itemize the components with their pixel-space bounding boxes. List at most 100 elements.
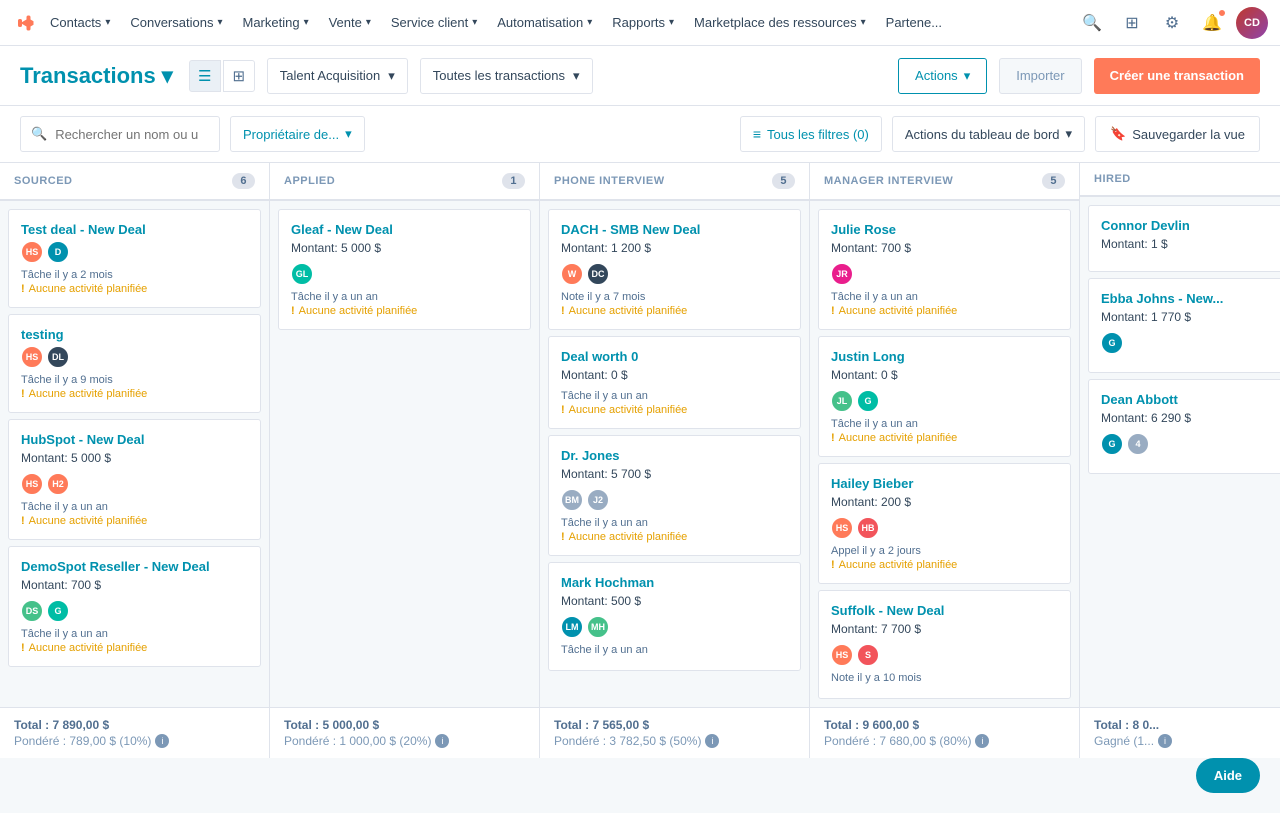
nav-rapports[interactable]: Rapports ▾: [602, 0, 684, 46]
column-cards-sourced: Test deal - New Deal HSD Tâche il y a 2 …: [0, 201, 269, 707]
all-filters-button[interactable]: ≡ Tous les filtres (0): [740, 116, 882, 152]
card-avatars: G: [1101, 332, 1280, 354]
card-task: Tâche il y a un an: [561, 517, 788, 529]
card-avatars: HSDL: [21, 346, 248, 368]
nav-rapports-chevron: ▾: [669, 17, 674, 28]
card-avatar: JL: [831, 390, 853, 412]
hubspot-logo[interactable]: [12, 9, 40, 37]
column-header-sourced: SOURCED6: [0, 163, 269, 201]
card-avatars: GL: [291, 263, 518, 285]
bookmark-icon: 🔖: [1110, 126, 1126, 142]
card-avatar: MH: [587, 616, 609, 638]
create-transaction-button[interactable]: Créer une transaction: [1094, 58, 1260, 94]
column-manager_interview: MANAGER INTERVIEW5 Julie Rose Montant: 7…: [810, 163, 1080, 758]
kanban-card[interactable]: Justin Long Montant: 0 $ JLG Tâche il y …: [818, 336, 1071, 457]
card-amount: Montant: 6 290 $: [1101, 411, 1280, 425]
nav-contacts[interactable]: Contacts ▾: [40, 0, 120, 46]
card-amount: Montant: 0 $: [561, 368, 788, 382]
card-avatar: DS: [21, 600, 43, 622]
pipeline-selector[interactable]: Talent Acquisition ▾: [267, 58, 408, 94]
card-avatar: W: [561, 263, 583, 285]
column-total: Total : 5 000,00 $: [284, 718, 525, 732]
kanban-card[interactable]: Gleaf - New Deal Montant: 5 000 $ GL Tâc…: [278, 209, 531, 330]
filter-selector[interactable]: Toutes les transactions ▾: [420, 58, 593, 94]
card-title: Suffolk - New Deal: [831, 603, 1058, 618]
card-task: Note il y a 7 mois: [561, 291, 788, 303]
card-title: Dr. Jones: [561, 448, 788, 463]
top-navigation: Contacts ▾ Conversations ▾ Marketing ▾ V…: [0, 0, 1280, 46]
nav-conversations[interactable]: Conversations ▾: [120, 0, 232, 46]
kanban-card[interactable]: Dr. Jones Montant: 5 700 $ BMJ2 Tâche il…: [548, 435, 801, 556]
kanban-card[interactable]: Test deal - New Deal HSD Tâche il y a 2 …: [8, 209, 261, 308]
actions-chevron: ▾: [964, 68, 971, 84]
filter-chevron: ▾: [573, 68, 580, 84]
nav-conversations-chevron: ▾: [217, 17, 222, 28]
kanban-card[interactable]: Mark Hochman Montant: 500 $ LMMH Tâche i…: [548, 562, 801, 671]
info-icon[interactable]: i: [435, 734, 449, 748]
save-view-button[interactable]: 🔖 Sauvegarder la vue: [1095, 116, 1260, 152]
grid-view-button[interactable]: ⊞: [223, 60, 255, 92]
search-input[interactable]: [55, 127, 205, 142]
card-avatar: HS: [21, 241, 43, 263]
settings-icon[interactable]: ⚙: [1156, 7, 1188, 39]
import-button[interactable]: Importer: [999, 58, 1081, 94]
card-avatar: LM: [561, 616, 583, 638]
card-avatar: G: [1101, 332, 1123, 354]
kanban-card[interactable]: Connor Devlin Montant: 1 $: [1088, 205, 1280, 272]
kanban-card[interactable]: HubSpot - New Deal Montant: 5 000 $ HSH2…: [8, 419, 261, 540]
nav-service[interactable]: Service client ▾: [381, 0, 487, 46]
kanban-card[interactable]: Suffolk - New Deal Montant: 7 700 $ HSS …: [818, 590, 1071, 699]
card-avatars: HSS: [831, 644, 1058, 666]
info-icon[interactable]: i: [155, 734, 169, 748]
column-count: 5: [772, 173, 795, 189]
search-icon[interactable]: 🔍: [1076, 7, 1108, 39]
kanban-card[interactable]: Hailey Bieber Montant: 200 $ HSHB Appel …: [818, 463, 1071, 584]
nav-marketplace[interactable]: Marketplace des ressources ▾: [684, 0, 876, 46]
column-total: Total : 8 0...: [1094, 718, 1280, 732]
nav-service-chevron: ▾: [472, 17, 477, 28]
card-amount: Montant: 700 $: [831, 241, 1058, 255]
card-task: Tâche il y a un an: [291, 291, 518, 303]
page-title[interactable]: Transactions ▾: [20, 63, 173, 89]
card-avatars: HSHB: [831, 517, 1058, 539]
nav-marketing[interactable]: Marketing ▾: [232, 0, 318, 46]
card-avatars: JR: [831, 263, 1058, 285]
board-actions-button[interactable]: Actions du tableau de bord ▾: [892, 116, 1085, 152]
avatar[interactable]: CD: [1236, 7, 1268, 39]
nav-contacts-chevron: ▾: [105, 17, 110, 28]
nav-vente[interactable]: Vente ▾: [319, 0, 381, 46]
column-header-manager_interview: MANAGER INTERVIEW5: [810, 163, 1079, 201]
owner-filter-button[interactable]: Propriétaire de... ▾: [230, 116, 365, 152]
column-weighted: Pondéré : 7 680,00 $ (80%) i: [824, 734, 1065, 748]
nav-automatisation[interactable]: Automatisation ▾: [487, 0, 602, 46]
apps-icon[interactable]: ⊞: [1116, 7, 1148, 39]
card-avatar: JR: [831, 263, 853, 285]
column-cards-hired: Connor Devlin Montant: 1 $ Ebba Johns - …: [1080, 197, 1280, 707]
kanban-card[interactable]: testing HSDL Tâche il y a 9 mois Aucune …: [8, 314, 261, 413]
kanban-card[interactable]: Ebba Johns - New... Montant: 1 770 $ G: [1088, 278, 1280, 373]
kanban-card[interactable]: Dean Abbott Montant: 6 290 $ G4: [1088, 379, 1280, 474]
column-name: PHONE INTERVIEW: [554, 175, 665, 187]
aide-button[interactable]: Aide: [1196, 758, 1260, 793]
kanban-card[interactable]: Deal worth 0 Montant: 0 $ Tâche il y a u…: [548, 336, 801, 429]
notifications-icon[interactable]: 🔔: [1196, 7, 1228, 39]
card-amount: Montant: 5 000 $: [291, 241, 518, 255]
actions-button[interactable]: Actions ▾: [898, 58, 987, 94]
info-icon[interactable]: i: [975, 734, 989, 748]
card-title: testing: [21, 327, 248, 342]
card-avatars: BMJ2: [561, 489, 788, 511]
card-no-activity: Aucune activité planifiée: [21, 515, 248, 527]
card-avatars: WDC: [561, 263, 788, 285]
info-icon[interactable]: i: [705, 734, 719, 748]
card-avatar: DC: [587, 263, 609, 285]
card-task: Tâche il y a un an: [21, 628, 248, 640]
info-icon[interactable]: i: [1158, 734, 1172, 748]
card-avatars: HSD: [21, 241, 248, 263]
kanban-card[interactable]: DACH - SMB New Deal Montant: 1 200 $ WDC…: [548, 209, 801, 330]
list-view-button[interactable]: ☰: [189, 60, 221, 92]
nav-partene[interactable]: Partene...: [876, 0, 952, 46]
kanban-card[interactable]: Julie Rose Montant: 700 $ JR Tâche il y …: [818, 209, 1071, 330]
kanban-card[interactable]: DemoSpot Reseller - New Deal Montant: 70…: [8, 546, 261, 667]
card-no-activity: Aucune activité planifiée: [831, 432, 1058, 444]
search-box[interactable]: 🔍: [20, 116, 220, 152]
